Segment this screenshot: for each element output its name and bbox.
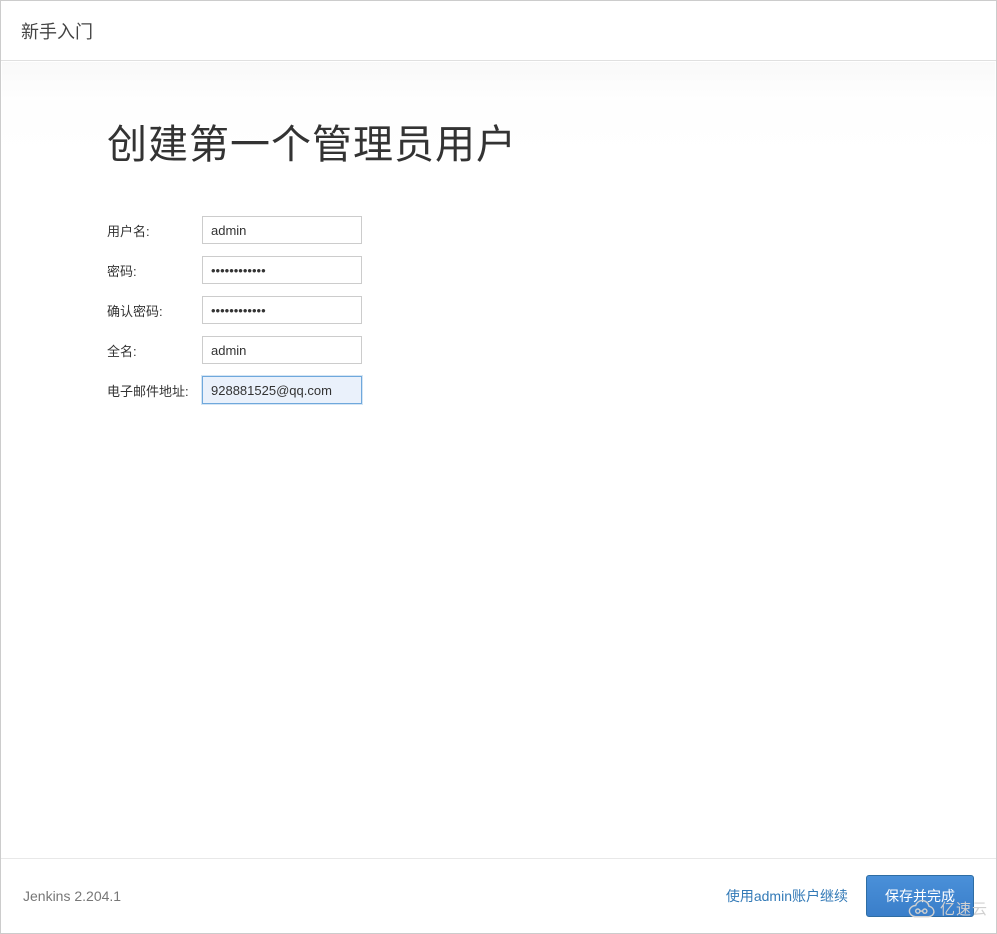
fullname-input[interactable] (202, 336, 362, 364)
footer-bar: Jenkins 2.204.1 使用admin账户继续 保存并完成 (1, 858, 996, 933)
email-label: 电子邮件地址: (107, 370, 202, 410)
continue-as-admin-link[interactable]: 使用admin账户继续 (722, 878, 852, 914)
username-input[interactable] (202, 216, 362, 244)
content-area: 创建第一个管理员用户 用户名: 密码: 确认密码: 全名: (2, 62, 995, 858)
email-input[interactable] (202, 376, 362, 404)
page-heading: 创建第一个管理员用户 (107, 112, 895, 170)
footer-actions: 使用admin账户继续 保存并完成 (722, 875, 974, 917)
version-label: Jenkins 2.204.1 (23, 888, 722, 904)
save-and-finish-button[interactable]: 保存并完成 (866, 875, 974, 917)
username-label: 用户名: (107, 210, 202, 250)
confirm-password-label: 确认密码: (107, 290, 202, 330)
admin-form: 用户名: 密码: 确认密码: 全名: 电子邮件地址: (107, 210, 362, 410)
header-title: 新手入门 (21, 18, 93, 44)
password-label: 密码: (107, 250, 202, 290)
header-bar: 新手入门 (1, 1, 996, 61)
confirm-password-input[interactable] (202, 296, 362, 324)
password-input[interactable] (202, 256, 362, 284)
fullname-label: 全名: (107, 330, 202, 370)
